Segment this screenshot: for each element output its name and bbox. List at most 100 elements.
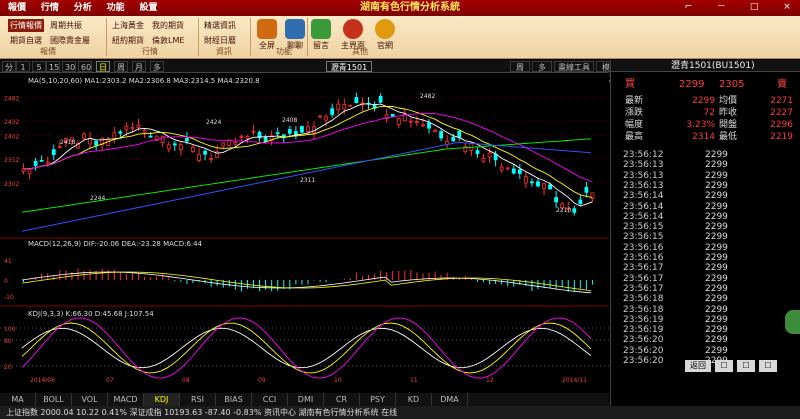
candle	[185, 137, 189, 142]
period-button[interactable]: 日	[96, 61, 110, 72]
macd-legend: MACD(12,26,9) DIF:-20.06 DEA:-23.28 MACD…	[28, 240, 203, 248]
restore-icon[interactable]: ⌐	[681, 1, 695, 13]
x-axis-label: 2014/06	[30, 377, 55, 384]
group-label-quote: 報價	[40, 47, 56, 56]
candle	[415, 121, 419, 123]
indicator-tab-psy[interactable]: PSY	[360, 393, 396, 406]
indicator-tab-macd[interactable]: MACD	[108, 393, 144, 406]
indicator-tab-rsi[interactable]: RSI	[180, 393, 216, 406]
quote-value: 3.23%	[686, 120, 715, 130]
candle	[572, 208, 577, 213]
indicator-tab-kd[interactable]: KD	[396, 393, 432, 406]
btn-my-futures[interactable]: 我的期貨	[150, 19, 186, 32]
panel-option-button[interactable]: ☐	[737, 360, 755, 372]
indicator-tabs: MA BOLL VOL MACD KDJ RSI BIAS CCI DMI CR PSY KD DMA	[0, 393, 609, 406]
candle	[118, 131, 123, 134]
chat-icon	[285, 19, 305, 39]
candle	[505, 167, 510, 170]
candle	[390, 113, 395, 117]
ribbon-toolbar: 行情報價 周期共振 期貨自選 國際貴金屬 報價 上海黃金 我的期貨 紐約期貨 倫…	[0, 16, 800, 59]
quote-title: 瀝青1501(BU1501)	[671, 61, 755, 71]
panel-option-button[interactable]: ☐	[759, 360, 777, 372]
indicator-tab-boll[interactable]: BOLL	[36, 393, 72, 406]
indicator-tab-cci[interactable]: CCI	[252, 393, 288, 406]
period-button[interactable]: 多	[150, 61, 164, 72]
window-controls: ⌐ － □ ×	[665, 1, 794, 13]
indicator-tab-cr[interactable]: CR	[324, 393, 360, 406]
panel-bottom-buttons: 返回 ☐ ☐ ☐	[685, 360, 795, 372]
period-button[interactable]: 5	[32, 61, 46, 72]
candle	[57, 146, 62, 149]
candle	[433, 129, 437, 132]
period-button[interactable]: 月	[132, 61, 146, 72]
group-label-other: 其他	[352, 47, 368, 56]
indicator-tab-dma[interactable]: DMA	[432, 393, 468, 406]
indicator-tab-vol[interactable]: VOL	[72, 393, 108, 406]
minimize-icon[interactable]: －	[714, 1, 728, 13]
quote-value: 72	[703, 108, 715, 118]
candle	[530, 181, 534, 184]
menu-analysis[interactable]: 分析	[74, 2, 96, 14]
period-button[interactable]: 周	[114, 61, 128, 72]
menu-settings[interactable]: 設置	[140, 2, 162, 14]
symbol-tab[interactable]: 瀝青1501	[326, 61, 372, 72]
period-button[interactable]: 1	[16, 61, 30, 72]
quote-label: 漲跌	[625, 108, 644, 118]
quote-row: 最高 2314 最低 2219	[611, 132, 800, 143]
candle	[209, 158, 214, 160]
quote-value: 2299	[692, 96, 715, 106]
btn-featured-news[interactable]: 精選資訊	[202, 19, 238, 32]
indicator-tab-bias[interactable]: BIAS	[216, 393, 252, 406]
btn-cycle-resonance[interactable]: 周期共振	[48, 19, 92, 32]
x-axis-label: 11	[410, 377, 418, 384]
menu-quote[interactable]: 報價	[8, 2, 30, 14]
buy-price: 2299	[679, 79, 705, 90]
x-axis-label: 08	[182, 377, 190, 384]
price-annotation: 2210	[556, 207, 571, 214]
candle	[148, 135, 153, 138]
candle	[517, 169, 522, 174]
menu-market[interactable]: 行情	[41, 2, 63, 14]
btn-shanghai-gold[interactable]: 上海黃金	[110, 19, 146, 32]
group-label-market: 行情	[142, 47, 158, 56]
quote-row: 漲跌 72 昨收 2227	[611, 108, 800, 119]
x-axis-label: 09	[258, 377, 266, 384]
candle	[172, 143, 177, 146]
maximize-icon[interactable]: □	[747, 1, 761, 13]
btn-quote-board[interactable]: 行情報價	[8, 19, 44, 32]
ma-legend: MA(5,10,20,60) MA1:2303.2 MA2:2306.8 MA3…	[28, 77, 260, 85]
candle	[178, 144, 183, 150]
candle	[233, 142, 238, 145]
period-button[interactable]: 60	[78, 61, 92, 72]
sell-label: 賣	[777, 79, 787, 90]
indicator-tab-ma[interactable]: MA	[0, 393, 36, 406]
x-axis-label: 10	[334, 377, 342, 384]
fullscreen-icon	[257, 19, 277, 39]
close-icon[interactable]: ×	[780, 1, 794, 13]
period-button[interactable]: 分	[2, 61, 16, 72]
panel-option-button[interactable]: ☐	[715, 360, 733, 372]
menu-function[interactable]: 功能	[107, 2, 129, 14]
price-axis-label: 2482	[4, 95, 19, 102]
indicator-tab-kdj[interactable]: KDJ	[144, 393, 180, 406]
website-icon	[375, 19, 395, 39]
kline-chart[interactable]: MA(5,10,20,60) MA1:2303.2 MA2:2306.8 MA3…	[0, 74, 609, 384]
news-group: 精選資訊 財經日曆	[202, 19, 238, 47]
return-button[interactable]: 返回	[685, 360, 711, 372]
app-title: 湖南有色行情分析系統	[360, 2, 460, 13]
kdj-axis-label: 80	[4, 338, 12, 345]
x-axis-label: 2014/11	[562, 377, 587, 384]
candle	[451, 136, 456, 142]
side-tab-icon[interactable]	[785, 310, 800, 334]
candle	[330, 108, 335, 115]
candle	[51, 149, 56, 155]
period-button[interactable]: 15	[46, 61, 60, 72]
period-button[interactable]: 30	[62, 61, 76, 72]
chart-tool-button[interactable]: 多空	[532, 61, 552, 83]
chart-tool-button[interactable]: 周期	[510, 61, 530, 83]
candle	[166, 144, 171, 150]
chart-tool-button[interactable]: 畫線工具	[554, 61, 594, 72]
candle	[542, 183, 546, 189]
candle	[408, 120, 413, 123]
indicator-tab-dmi[interactable]: DMI	[288, 393, 324, 406]
